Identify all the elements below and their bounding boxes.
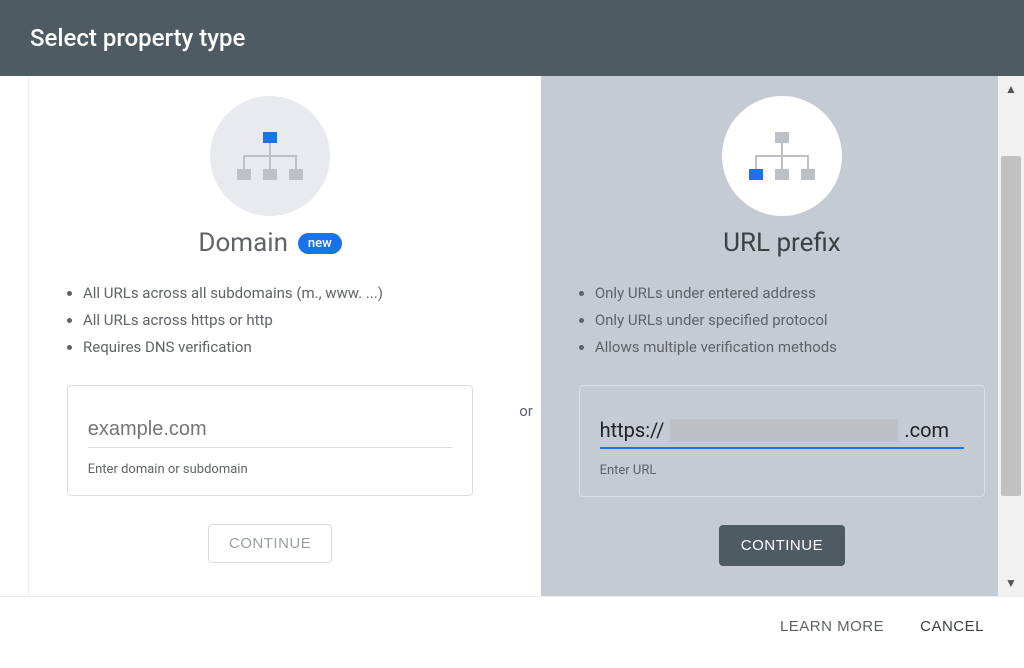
domain-title-row: Domain new — [198, 228, 341, 258]
learn-more-button[interactable]: LEARN MORE — [780, 618, 884, 635]
dialog-body: Domain new All URLs across all subdomain… — [0, 76, 1024, 596]
sitemap-icon — [747, 130, 817, 182]
url-bullets: Only URLs under entered address Only URL… — [551, 280, 1013, 361]
domain-continue-button[interactable]: CONTINUE — [208, 524, 332, 563]
url-bullet: Allows multiple verification methods — [595, 334, 1013, 361]
cards-wrap: Domain new All URLs across all subdomain… — [28, 76, 1024, 596]
url-icon-circle — [722, 96, 842, 216]
domain-input[interactable] — [88, 414, 453, 448]
dialog-header: Select property type — [0, 0, 1024, 76]
url-continue-button[interactable]: CONTINUE — [719, 525, 845, 566]
or-separator: or — [511, 402, 541, 420]
vertical-scrollbar[interactable]: ▲ ▼ — [998, 76, 1024, 596]
domain-title: Domain — [198, 228, 288, 258]
scroll-up-icon[interactable]: ▲ — [998, 76, 1024, 102]
url-bullet: Only URLs under entered address — [595, 280, 1013, 307]
url-title-row: URL prefix — [723, 228, 841, 258]
url-helper: Enter URL — [600, 463, 965, 478]
url-bullet: Only URLs under specified protocol — [595, 307, 1013, 334]
url-input[interactable]: https:// .com — [600, 414, 965, 449]
domain-bullet: All URLs across https or http — [83, 307, 501, 334]
url-value-prefix: https:// — [600, 418, 665, 442]
dialog-title: Select property type — [30, 24, 245, 52]
redacted-segment — [670, 419, 898, 441]
domain-card[interactable]: Domain new All URLs across all subdomain… — [29, 76, 511, 596]
domain-bullet: All URLs across all subdomains (m., www.… — [83, 280, 501, 307]
url-input-box: https:// .com Enter URL — [579, 385, 986, 497]
url-title: URL prefix — [723, 228, 841, 258]
scroll-down-icon[interactable]: ▼ — [998, 570, 1024, 596]
new-badge: new — [298, 233, 342, 254]
dialog-footer: LEARN MORE CANCEL — [0, 596, 1024, 656]
scroll-thumb[interactable] — [1001, 156, 1021, 496]
domain-bullet: Requires DNS verification — [83, 334, 501, 361]
cancel-button[interactable]: CANCEL — [920, 618, 984, 635]
url-value-suffix: .com — [904, 418, 949, 442]
domain-helper: Enter domain or subdomain — [88, 462, 453, 477]
url-prefix-card[interactable]: URL prefix Only URLs under entered addre… — [541, 76, 1023, 596]
domain-bullets: All URLs across all subdomains (m., www.… — [39, 280, 501, 361]
domain-icon-circle — [210, 96, 330, 216]
sitemap-icon — [235, 130, 305, 182]
domain-input-box: Enter domain or subdomain — [67, 385, 474, 496]
